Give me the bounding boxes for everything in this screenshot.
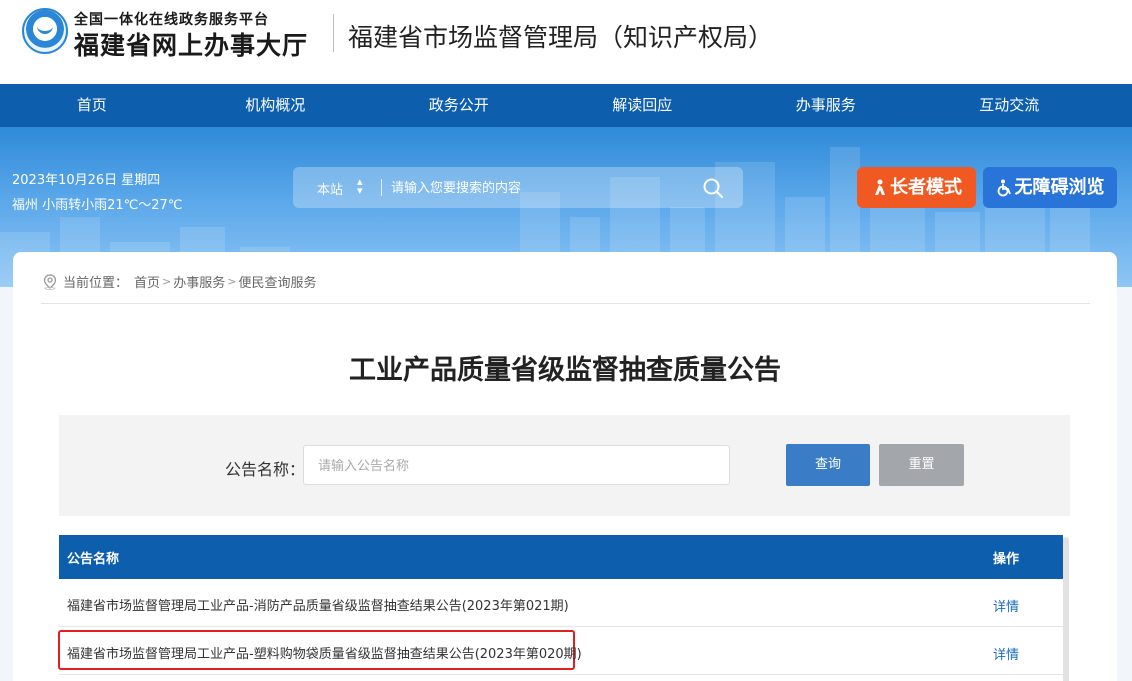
breadcrumb-chevron-icon: >: [162, 275, 172, 288]
site-search-input[interactable]: [391, 175, 691, 200]
nav-item-services[interactable]: 办事服务: [734, 84, 918, 127]
table-row: 福建省市场监督管理局工业产品-塑料购物袋质量省级监督抽查结果公告(2023年第0…: [58, 627, 1063, 675]
breadcrumb-services[interactable]: 办事服务: [173, 272, 225, 291]
site-title: 福建省市场监督管理局（知识产权局）: [348, 23, 774, 52]
search-scope-select[interactable]: 本站: [317, 179, 343, 198]
platform-logo-icon[interactable]: [22, 8, 68, 54]
query-button[interactable]: 查询: [786, 444, 870, 486]
nav-item-public-affairs[interactable]: 政务公开: [367, 84, 551, 127]
detail-link[interactable]: 详情: [993, 644, 1019, 663]
announcement-title[interactable]: 福建省市场监督管理局工业产品-塑料购物袋质量省级监督抽查结果公告(2023年第0…: [67, 643, 582, 662]
scope-updown-icon[interactable]: ▴ ▾: [357, 176, 363, 196]
search-separator: [381, 179, 382, 196]
weather-info: 福州 小雨转小雨21℃～27℃: [12, 198, 183, 213]
content-card: 当前位置： 首页 > 办事服务 > 便民查询服务 工业产品质量省级监督抽查质量公…: [13, 252, 1117, 681]
announcement-name-label: 公告名称：: [225, 460, 306, 479]
column-header-action: 操作: [993, 552, 1020, 567]
site-search-box: 本站 ▴ ▾: [293, 167, 743, 208]
breadcrumb-current[interactable]: 便民查询服务: [238, 272, 316, 291]
elder-mode-label: 长者模式: [890, 177, 962, 198]
elder-icon: [875, 179, 885, 195]
announcement-table: 公告名称 操作 福建省市场监督管理局工业产品-消防产品质量省级监督抽查结果公告(…: [58, 535, 1063, 675]
elder-mode-button[interactable]: 长者模式: [857, 167, 976, 208]
table-row: 福建省市场监督管理局工业产品-消防产品质量省级监督抽查结果公告(2023年第02…: [59, 579, 1063, 627]
page-title: 工业产品质量省级监督抽查质量公告: [349, 355, 781, 386]
platform-name[interactable]: 福建省网上办事大厅: [74, 26, 308, 62]
nav-item-interaction[interactable]: 互动交流: [918, 84, 1102, 127]
main-nav: 首页 机构概况 政务公开 解读回应 办事服务 互动交流: [0, 84, 1132, 127]
breadcrumb-prefix: 当前位置：: [63, 276, 129, 291]
accessible-browse-button[interactable]: 无障碍浏览: [983, 167, 1117, 208]
table-header: 公告名称 操作: [59, 535, 1063, 579]
site-header: 全国一体化在线政务服务平台 福建省网上办事大厅 福建省市场监督管理局（知识产权局…: [0, 0, 1132, 84]
announcement-name-input[interactable]: [303, 445, 730, 485]
location-pin-icon: [43, 273, 57, 290]
nav-item-interpretation[interactable]: 解读回应: [551, 84, 735, 127]
column-header-name: 公告名称: [67, 552, 120, 567]
wheelchair-icon: [997, 179, 1011, 197]
table-scrollbar[interactable]: [1063, 537, 1069, 681]
header-divider: [333, 14, 334, 52]
breadcrumb: 当前位置： 首页 > 办事服务 > 便民查询服务: [43, 272, 317, 291]
detail-link[interactable]: 详情: [993, 596, 1019, 615]
breadcrumb-home[interactable]: 首页: [134, 272, 160, 291]
accessible-browse-label: 无障碍浏览: [1014, 177, 1105, 198]
announcement-title[interactable]: 福建省市场监督管理局工业产品-消防产品质量省级监督抽查结果公告(2023年第02…: [67, 595, 569, 614]
current-date: 2023年10月26日 星期四: [12, 173, 161, 188]
breadcrumb-divider: [41, 303, 1090, 304]
nav-item-organization[interactable]: 机构概况: [184, 84, 368, 127]
nav-item-home[interactable]: 首页: [0, 84, 184, 127]
search-icon[interactable]: [702, 177, 724, 199]
reset-button[interactable]: 重置: [879, 444, 964, 486]
breadcrumb-chevron-icon: >: [227, 275, 237, 288]
query-panel: 公告名称： 查询 重置: [59, 415, 1070, 516]
